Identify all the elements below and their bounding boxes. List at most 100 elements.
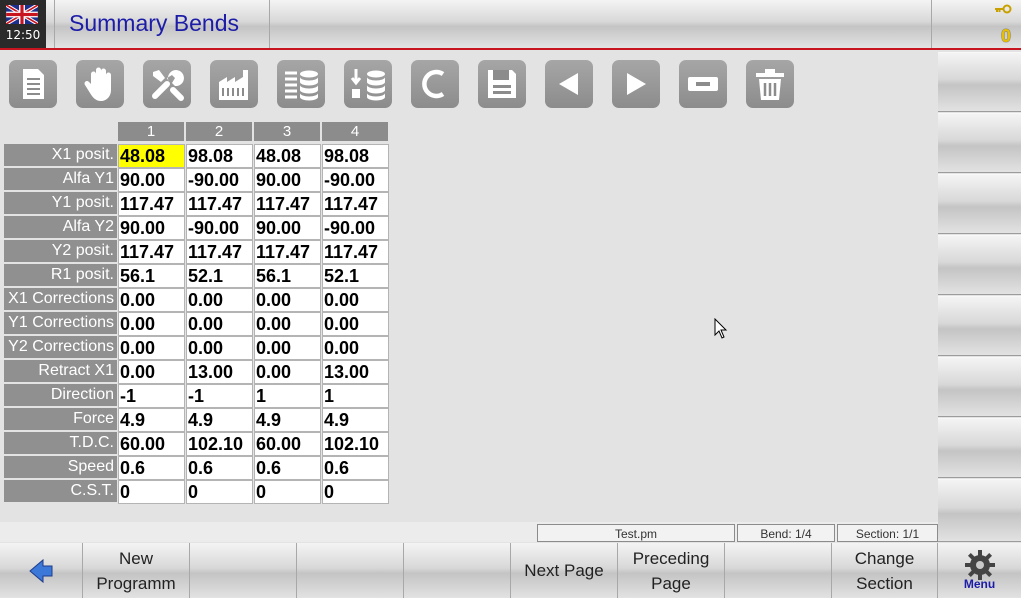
minus-icon	[688, 77, 718, 91]
c-button[interactable]	[411, 60, 459, 108]
table-cell[interactable]: 117.47	[118, 240, 185, 264]
table-cell[interactable]: 0.00	[186, 288, 253, 312]
row-label: Alfa Y1	[4, 168, 117, 190]
table-cell[interactable]: 56.1	[254, 264, 321, 288]
right-softkey-8[interactable]	[938, 479, 1021, 542]
table-cell[interactable]: 102.10	[322, 432, 389, 456]
table-cell[interactable]: 52.1	[186, 264, 253, 288]
table-cell[interactable]: 117.47	[254, 192, 321, 216]
table-cell[interactable]: 0.6	[322, 456, 389, 480]
table-cell[interactable]: 0.6	[186, 456, 253, 480]
table-cell[interactable]: 102.10	[186, 432, 253, 456]
table-cell[interactable]: 90.00	[254, 216, 321, 240]
table-cell[interactable]: -1	[118, 384, 185, 408]
table-cell[interactable]: 60.00	[118, 432, 185, 456]
table-cell[interactable]: 117.47	[254, 240, 321, 264]
tools-button[interactable]	[143, 60, 191, 108]
table-cell[interactable]: 90.00	[118, 216, 185, 240]
row-label: Y1 Corrections	[4, 312, 117, 334]
table-cell[interactable]: 90.00	[118, 168, 185, 192]
table-cell[interactable]: 0	[118, 480, 185, 504]
right-softkey-6[interactable]	[938, 357, 1021, 417]
table-cell[interactable]: 56.1	[118, 264, 185, 288]
table-cell[interactable]: 90.00	[254, 168, 321, 192]
right-softkey-2[interactable]	[938, 113, 1021, 173]
table-cell[interactable]: 117.47	[322, 240, 389, 264]
table-cell[interactable]: 60.00	[254, 432, 321, 456]
table-cell[interactable]: 0.00	[186, 312, 253, 336]
table-cell[interactable]: 1	[322, 384, 389, 408]
row-label: X1 Corrections	[4, 288, 117, 310]
next-button[interactable]	[612, 60, 660, 108]
table-cell[interactable]: 117.47	[186, 192, 253, 216]
table-cell[interactable]: -90.00	[186, 216, 253, 240]
table-cell[interactable]: 4.9	[118, 408, 185, 432]
table-cell[interactable]: 52.1	[322, 264, 389, 288]
table-cell[interactable]: 0.00	[118, 288, 185, 312]
footer-softkey-5[interactable]	[404, 543, 511, 598]
table-cell[interactable]: 0.00	[322, 312, 389, 336]
delete-button[interactable]	[746, 60, 794, 108]
save-button[interactable]	[478, 60, 526, 108]
table-cell[interactable]: 98.08	[186, 144, 253, 168]
uk-flag-icon[interactable]	[6, 5, 38, 24]
table-cell[interactable]: 13.00	[322, 360, 389, 384]
minus-button[interactable]	[679, 60, 727, 108]
table-cell[interactable]: 0.00	[254, 312, 321, 336]
table-cell[interactable]: 48.08	[254, 144, 321, 168]
table-cell[interactable]: -90.00	[322, 216, 389, 240]
table-cell[interactable]: 0.00	[322, 288, 389, 312]
row-label: Y2 Corrections	[4, 336, 117, 358]
table-cell[interactable]: 0.00	[118, 312, 185, 336]
table-cell[interactable]: 0.00	[322, 336, 389, 360]
preceding-page-button[interactable]: Preceding Page	[618, 543, 725, 598]
table-cell[interactable]: 0.00	[118, 360, 185, 384]
table-cell[interactable]: 117.47	[186, 240, 253, 264]
next-page-button[interactable]: Next Page	[511, 543, 618, 598]
toolbar	[0, 52, 938, 116]
table-cell[interactable]: 0.6	[118, 456, 185, 480]
table-cell[interactable]: 0.00	[118, 336, 185, 360]
footer-softkey-4[interactable]	[297, 543, 404, 598]
footer-softkey-8[interactable]	[725, 543, 832, 598]
change-section-button[interactable]: Change Section	[832, 543, 938, 598]
table-cell[interactable]: -90.00	[186, 168, 253, 192]
table-cell[interactable]: 98.08	[322, 144, 389, 168]
table-cell[interactable]: 0.6	[254, 456, 321, 480]
right-softkey-3[interactable]	[938, 174, 1021, 234]
table-cell[interactable]: 117.47	[118, 192, 185, 216]
table-cell[interactable]: 117.47	[322, 192, 389, 216]
table-cell[interactable]: 4.9	[322, 408, 389, 432]
right-softkey-5[interactable]	[938, 296, 1021, 356]
column-header: 2	[186, 122, 252, 141]
table-cell[interactable]: -1	[186, 384, 253, 408]
menu-button[interactable]: Menu	[938, 543, 1021, 598]
table-cell[interactable]: -90.00	[322, 168, 389, 192]
table-cell[interactable]: 0.00	[254, 288, 321, 312]
row-label: X1 posit.	[4, 144, 117, 166]
database-button[interactable]	[277, 60, 325, 108]
manual-button[interactable]	[76, 60, 124, 108]
table-cell[interactable]: 13.00	[186, 360, 253, 384]
table-cell[interactable]: 4.9	[254, 408, 321, 432]
new-programm-button[interactable]: New Programm	[83, 543, 190, 598]
previous-button[interactable]	[545, 60, 593, 108]
table-cell[interactable]: 48.08	[118, 144, 185, 168]
right-softkey-4[interactable]	[938, 235, 1021, 295]
table-cell[interactable]: 0	[322, 480, 389, 504]
table-cell[interactable]: 0	[254, 480, 321, 504]
table-cell[interactable]: 0	[186, 480, 253, 504]
back-button[interactable]	[0, 543, 83, 598]
language-clock-box[interactable]: 12:50	[0, 0, 46, 48]
table-cell[interactable]: 0.00	[254, 336, 321, 360]
table-cell[interactable]: 1	[254, 384, 321, 408]
table-cell[interactable]: 0.00	[254, 360, 321, 384]
production-button[interactable]	[210, 60, 258, 108]
database-sort-button[interactable]	[344, 60, 392, 108]
document-button[interactable]	[9, 60, 57, 108]
table-cell[interactable]: 0.00	[186, 336, 253, 360]
footer-softkey-3[interactable]	[190, 543, 297, 598]
right-softkey-1[interactable]	[938, 52, 1021, 112]
right-softkey-7[interactable]	[938, 418, 1021, 478]
table-cell[interactable]: 4.9	[186, 408, 253, 432]
